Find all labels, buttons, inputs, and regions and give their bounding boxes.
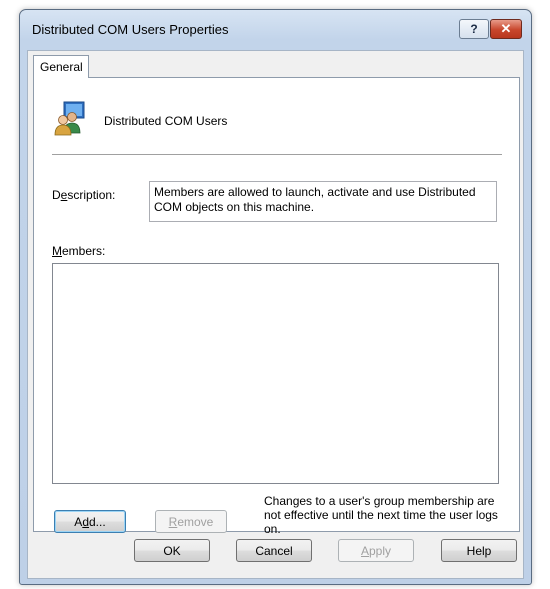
description-label-rest: scription: (67, 188, 116, 202)
dialog-client-area: General Distributed COM Users Descriptio… (27, 50, 524, 579)
properties-dialog: Distributed COM Users Properties ? ✕ Gen… (19, 9, 532, 585)
add-button[interactable]: Ad d... (54, 510, 126, 533)
add-button-prefix: A (74, 514, 83, 529)
add-accesskey: d (82, 514, 89, 529)
window-title: Distributed COM Users Properties (32, 22, 229, 37)
members-label-rest: embers: (62, 244, 106, 258)
remove-button[interactable]: Remove (155, 510, 227, 533)
close-icon: ✕ (500, 21, 512, 36)
separator (52, 154, 502, 155)
help-title-button[interactable]: ? (459, 19, 489, 39)
apply-button-rest: pply (369, 543, 392, 558)
members-accesskey: M (52, 244, 62, 258)
group-name: Distributed COM Users (104, 114, 228, 128)
membership-note: Changes to a user's group membership are… (264, 494, 498, 536)
remove-button-rest: emove (177, 514, 214, 529)
cancel-button[interactable]: Cancel (236, 539, 312, 562)
users-group-icon (52, 100, 88, 136)
members-label: Members: (52, 244, 105, 258)
remove-accesskey: R (168, 514, 178, 529)
description-field[interactable]: Members are allowed to launch, activate … (149, 181, 497, 222)
description-label-first: D (52, 188, 61, 202)
ok-button[interactable]: OK (134, 539, 210, 562)
close-button[interactable]: ✕ (490, 19, 522, 39)
general-tab-panel: Distributed COM Users Description: Membe… (33, 77, 520, 536)
question-icon: ? (470, 22, 478, 36)
tab-general[interactable]: General (33, 55, 89, 78)
add-button-rest: d... (89, 514, 106, 529)
apply-button[interactable]: Apply (338, 539, 414, 562)
members-list[interactable] (52, 263, 499, 484)
description-label: Description: (52, 188, 115, 202)
help-button[interactable]: Help (441, 539, 517, 562)
apply-accesskey: A (360, 543, 369, 558)
